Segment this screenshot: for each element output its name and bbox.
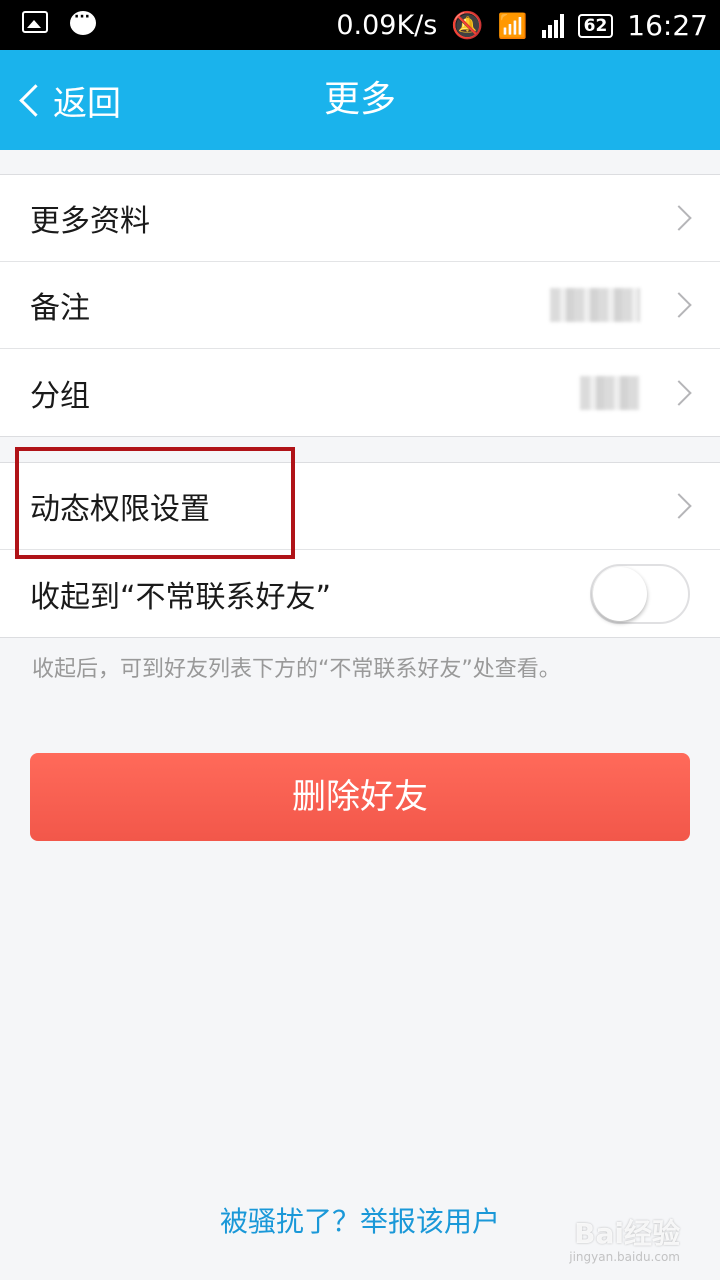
clock: 16:27 <box>627 9 708 42</box>
settings-group: 动态权限设置 收起到“不常联系好友” <box>0 462 720 638</box>
blurred-remark-value <box>550 288 640 322</box>
delete-friend-button[interactable]: 删除好友 <box>30 753 690 841</box>
signal-icon <box>541 13 564 38</box>
hint-text: 收起后，可到好友列表下方的“不常联系好友”处查看。 <box>32 657 561 682</box>
chat-notification-icon <box>70 9 96 35</box>
gallery-notification-icon <box>22 11 48 33</box>
back-button[interactable]: 返回 <box>14 50 121 150</box>
chevron-right-icon <box>666 379 692 406</box>
chevron-right-icon <box>666 292 692 318</box>
blurred-group-value <box>580 375 640 410</box>
row-label: 备注 <box>30 291 90 326</box>
toggle-knob <box>593 566 647 621</box>
network-speed: 0.09K/s <box>336 10 438 41</box>
baidu-watermark-url: jingyan.baidu.com <box>569 1250 680 1264</box>
row-label: 收起到“不常联系好友” <box>30 579 332 615</box>
mute-icon: 🔕 <box>451 10 484 41</box>
back-label: 返回 <box>53 83 121 124</box>
row-label: 更多资料 <box>30 204 150 239</box>
group-row[interactable]: 分组 <box>0 349 720 436</box>
wifi-icon: 📶 <box>497 11 528 40</box>
row-label: 动态权限设置 <box>30 492 210 527</box>
hide-contact-toggle[interactable] <box>590 563 690 624</box>
more-info-row[interactable]: 更多资料 <box>0 175 720 262</box>
row-label: 分组 <box>30 378 90 414</box>
chevron-right-icon <box>666 205 692 231</box>
info-group: 更多资料 备注 分组 <box>0 174 720 437</box>
status-bar: 0.09K/s 🔕 📶 62 16:27 <box>0 0 720 50</box>
feed-permission-row[interactable]: 动态权限设置 <box>0 463 720 550</box>
title-bar: 返回 更多 <box>0 50 720 150</box>
battery-icon: 62 <box>577 13 614 38</box>
chevron-right-icon <box>666 493 692 519</box>
remark-row[interactable]: 备注 <box>0 262 720 349</box>
chevron-left-icon <box>19 83 52 117</box>
hide-contact-row: 收起到“不常联系好友” <box>0 550 720 637</box>
baidu-watermark: Bai经验 <box>574 1217 680 1250</box>
